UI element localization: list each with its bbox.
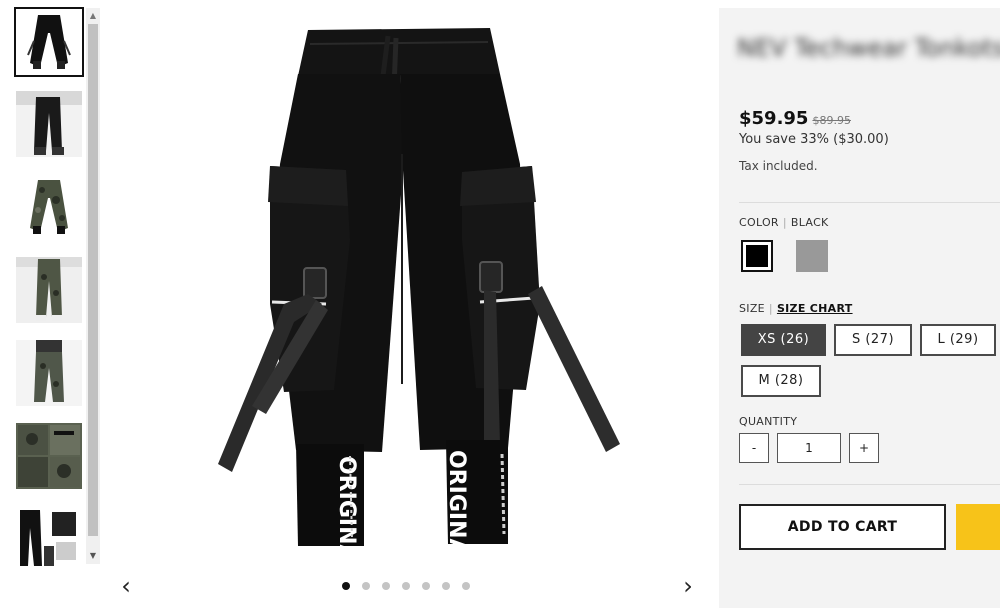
next-image-arrow-icon[interactable]: › [678, 574, 698, 598]
carousel-dot[interactable] [462, 582, 470, 590]
size-option-s[interactable]: S (27) [834, 324, 912, 356]
size-option-l[interactable]: L (29) [920, 324, 996, 356]
tax-note: Tax included. [739, 159, 818, 173]
thumbnail-black-pants-collage[interactable] [16, 506, 82, 570]
divider [739, 202, 1000, 203]
add-to-cart-button[interactable]: ADD TO CART [739, 504, 946, 550]
previous-image-arrow-icon[interactable]: ‹ [116, 574, 136, 598]
carousel-dot[interactable] [422, 582, 430, 590]
compare-at-price: $89.95 [812, 114, 851, 127]
price-row: $59.95 $89.95 [739, 108, 851, 129]
thumbnail-camo-pants-flat[interactable] [16, 174, 82, 240]
sale-price: $59.95 [739, 108, 809, 129]
quantity-label: QUANTITY [739, 415, 798, 428]
thumbnail-model-wearing-black[interactable] [16, 91, 82, 157]
main-product-image[interactable]: ORIGINAL ORIGINAL [150, 4, 680, 568]
scroll-up-arrow-icon[interactable]: ▲ [86, 8, 100, 24]
selected-color-value: BLACK [790, 216, 829, 229]
size-option-label: SIZE | SIZE CHART [739, 302, 853, 315]
carousel-dot[interactable] [442, 582, 450, 590]
thumbnail-black-pants-flat[interactable] [14, 7, 84, 77]
leg-print-right: ORIGINAL [444, 450, 469, 568]
carousel-dot[interactable] [342, 582, 350, 590]
carousel-pagination [342, 582, 470, 592]
thumbnail-scrollbar[interactable]: ▲ ▼ [86, 8, 100, 564]
thumbnail-rail: ▲ ▼ [0, 0, 102, 570]
quantity-input[interactable]: 1 [777, 433, 841, 463]
size-chart-link[interactable]: SIZE CHART [777, 302, 853, 315]
color-swatch-gray[interactable] [796, 240, 828, 272]
product-info-panel: NEV Techwear Tonkotsu Combat Cargo pants… [719, 8, 1000, 608]
size-option-xs[interactable]: XS (26) [741, 324, 826, 356]
carousel-dot[interactable] [362, 582, 370, 590]
scroll-down-arrow-icon[interactable]: ▼ [86, 548, 100, 564]
thumbnail-camo-detail-collage[interactable] [16, 423, 82, 489]
size-option-m[interactable]: M (28) [741, 365, 821, 397]
size-label: SIZE [739, 302, 765, 315]
savings-text: You save 33% ($30.00) [739, 132, 889, 147]
quantity-increase-button[interactable]: + [849, 433, 879, 463]
color-option-label: COLOR | BLACK [739, 216, 829, 229]
color-swatch-black[interactable] [741, 240, 773, 272]
product-title: NEV Techwear Tonkotsu Combat Cargo pants [737, 34, 1000, 62]
leg-print-left: ORIGINAL [334, 456, 359, 568]
carousel-dot[interactable] [382, 582, 390, 590]
thumbnail-model-wearing-camo[interactable] [16, 257, 82, 323]
color-label: COLOR [739, 216, 779, 229]
divider [739, 484, 1000, 485]
scrollbar-thumb[interactable] [88, 24, 98, 536]
quantity-decrease-button[interactable]: - [739, 433, 769, 463]
carousel-dot[interactable] [402, 582, 410, 590]
thumbnail-model-wearing-camo-2[interactable] [16, 340, 82, 406]
buy-now-button[interactable] [956, 504, 1000, 550]
